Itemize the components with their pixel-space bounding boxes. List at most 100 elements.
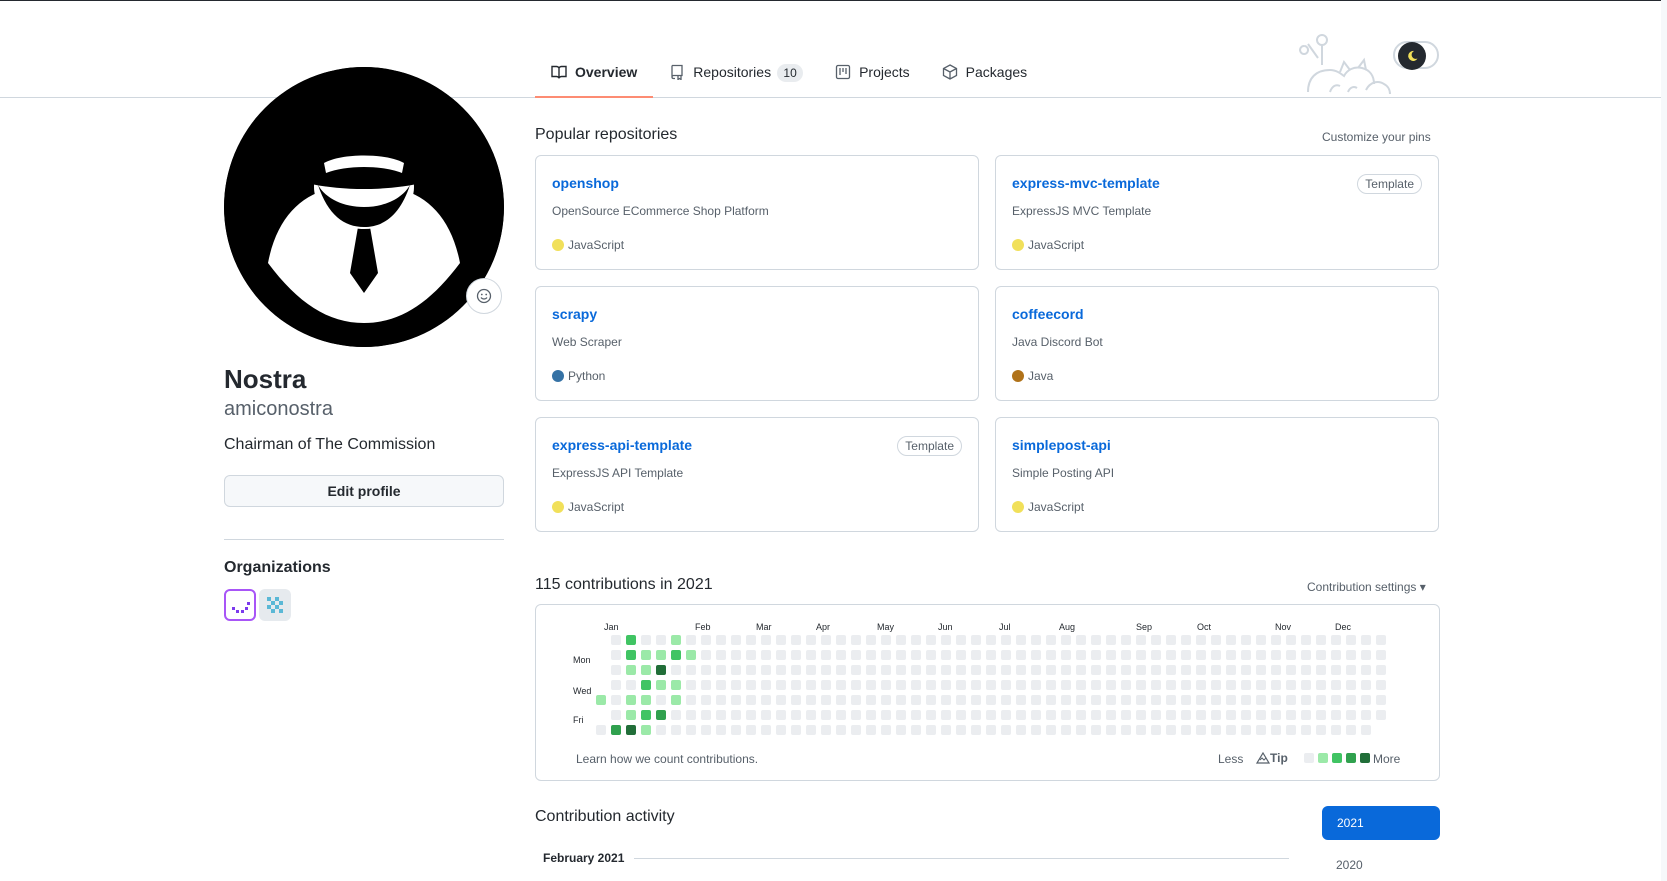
contribution-day-cell[interactable] bbox=[1301, 725, 1311, 735]
contribution-day-cell[interactable] bbox=[1016, 665, 1026, 675]
contribution-day-cell[interactable] bbox=[671, 650, 681, 660]
contribution-day-cell[interactable] bbox=[806, 650, 816, 660]
contribution-day-cell[interactable] bbox=[671, 635, 681, 645]
organization-avatar[interactable] bbox=[259, 589, 291, 621]
contribution-day-cell[interactable] bbox=[1166, 650, 1176, 660]
contribution-day-cell[interactable] bbox=[1031, 695, 1041, 705]
contribution-day-cell[interactable] bbox=[656, 635, 666, 645]
contribution-day-cell[interactable] bbox=[1166, 635, 1176, 645]
year-2020-link[interactable]: 2020 bbox=[1336, 858, 1363, 872]
contribution-day-cell[interactable] bbox=[836, 665, 846, 675]
contribution-day-cell[interactable] bbox=[911, 680, 921, 690]
contribution-day-cell[interactable] bbox=[881, 665, 891, 675]
contribution-day-cell[interactable] bbox=[686, 680, 696, 690]
contribution-day-cell[interactable] bbox=[1256, 710, 1266, 720]
contribution-day-cell[interactable] bbox=[836, 725, 846, 735]
contribution-day-cell[interactable] bbox=[971, 680, 981, 690]
contribution-day-cell[interactable] bbox=[1106, 650, 1116, 660]
contribution-day-cell[interactable] bbox=[941, 635, 951, 645]
contribution-day-cell[interactable] bbox=[776, 665, 786, 675]
contribution-day-cell[interactable] bbox=[896, 710, 906, 720]
contribution-day-cell[interactable] bbox=[1331, 725, 1341, 735]
contribution-day-cell[interactable] bbox=[986, 725, 996, 735]
contribution-day-cell[interactable] bbox=[1151, 695, 1161, 705]
contribution-day-cell[interactable] bbox=[1046, 665, 1056, 675]
repo-link[interactable]: coffeecord bbox=[1012, 306, 1084, 322]
contribution-day-cell[interactable] bbox=[851, 725, 861, 735]
contribution-day-cell[interactable] bbox=[686, 665, 696, 675]
repo-link[interactable]: simplepost-api bbox=[1012, 437, 1111, 453]
contribution-day-cell[interactable] bbox=[701, 650, 711, 660]
contribution-day-cell[interactable] bbox=[671, 680, 681, 690]
contribution-day-cell[interactable] bbox=[701, 680, 711, 690]
contribution-day-cell[interactable] bbox=[986, 710, 996, 720]
contribution-day-cell[interactable] bbox=[1151, 650, 1161, 660]
contribution-day-cell[interactable] bbox=[686, 710, 696, 720]
contribution-day-cell[interactable] bbox=[1091, 665, 1101, 675]
contribution-day-cell[interactable] bbox=[1136, 635, 1146, 645]
contribution-day-cell[interactable] bbox=[1196, 665, 1206, 675]
learn-contributions-link[interactable]: Learn how we count contributions. bbox=[576, 752, 758, 766]
contribution-day-cell[interactable] bbox=[791, 650, 801, 660]
contribution-day-cell[interactable] bbox=[1136, 680, 1146, 690]
contribution-day-cell[interactable] bbox=[1166, 665, 1176, 675]
contribution-day-cell[interactable] bbox=[1076, 725, 1086, 735]
contribution-day-cell[interactable] bbox=[1076, 635, 1086, 645]
contribution-day-cell[interactable] bbox=[1241, 725, 1251, 735]
contribution-day-cell[interactable] bbox=[776, 695, 786, 705]
contribution-day-cell[interactable] bbox=[821, 635, 831, 645]
contribution-day-cell[interactable] bbox=[1016, 680, 1026, 690]
contribution-day-cell[interactable] bbox=[1241, 695, 1251, 705]
contribution-day-cell[interactable] bbox=[1091, 635, 1101, 645]
contribution-day-cell[interactable] bbox=[896, 680, 906, 690]
contribution-day-cell[interactable] bbox=[1076, 710, 1086, 720]
avatar[interactable] bbox=[224, 67, 504, 347]
contribution-day-cell[interactable] bbox=[761, 665, 771, 675]
contribution-day-cell[interactable] bbox=[641, 650, 651, 660]
contribution-day-cell[interactable] bbox=[836, 635, 846, 645]
contribution-day-cell[interactable] bbox=[851, 650, 861, 660]
contribution-day-cell[interactable] bbox=[1346, 680, 1356, 690]
contribution-day-cell[interactable] bbox=[671, 695, 681, 705]
contribution-day-cell[interactable] bbox=[1106, 695, 1116, 705]
contribution-day-cell[interactable] bbox=[1061, 635, 1071, 645]
contribution-day-cell[interactable] bbox=[1076, 665, 1086, 675]
contribution-day-cell[interactable] bbox=[806, 725, 816, 735]
contribution-day-cell[interactable] bbox=[1016, 725, 1026, 735]
contribution-day-cell[interactable] bbox=[1091, 710, 1101, 720]
contribution-day-cell[interactable] bbox=[1181, 695, 1191, 705]
contribution-day-cell[interactable] bbox=[1181, 665, 1191, 675]
contribution-day-cell[interactable] bbox=[1016, 695, 1026, 705]
contribution-day-cell[interactable] bbox=[626, 665, 636, 675]
contribution-day-cell[interactable] bbox=[851, 710, 861, 720]
contribution-day-cell[interactable] bbox=[1271, 635, 1281, 645]
contribution-day-cell[interactable] bbox=[1241, 680, 1251, 690]
contribution-day-cell[interactable] bbox=[641, 710, 651, 720]
contribution-day-cell[interactable] bbox=[806, 695, 816, 705]
contribution-day-cell[interactable] bbox=[1361, 635, 1371, 645]
contribution-day-cell[interactable] bbox=[1361, 695, 1371, 705]
contribution-day-cell[interactable] bbox=[716, 650, 726, 660]
contribution-day-cell[interactable] bbox=[1316, 680, 1326, 690]
contribution-day-cell[interactable] bbox=[701, 695, 711, 705]
contribution-day-cell[interactable] bbox=[986, 635, 996, 645]
contribution-day-cell[interactable] bbox=[1346, 710, 1356, 720]
contribution-day-cell[interactable] bbox=[656, 725, 666, 735]
contribution-day-cell[interactable] bbox=[911, 725, 921, 735]
contribution-day-cell[interactable] bbox=[1046, 650, 1056, 660]
contribution-day-cell[interactable] bbox=[986, 665, 996, 675]
contribution-day-cell[interactable] bbox=[791, 695, 801, 705]
contribution-day-cell[interactable] bbox=[746, 665, 756, 675]
theme-toggle[interactable] bbox=[1398, 42, 1426, 70]
contribution-day-cell[interactable] bbox=[821, 665, 831, 675]
contribution-day-cell[interactable] bbox=[641, 695, 651, 705]
contribution-day-cell[interactable] bbox=[761, 725, 771, 735]
contribution-day-cell[interactable] bbox=[656, 650, 666, 660]
contribution-day-cell[interactable] bbox=[986, 695, 996, 705]
contribution-day-cell[interactable] bbox=[866, 710, 876, 720]
contribution-day-cell[interactable] bbox=[746, 725, 756, 735]
contribution-day-cell[interactable] bbox=[971, 695, 981, 705]
contribution-day-cell[interactable] bbox=[1196, 650, 1206, 660]
contribution-day-cell[interactable] bbox=[731, 635, 741, 645]
contribution-day-cell[interactable] bbox=[686, 695, 696, 705]
